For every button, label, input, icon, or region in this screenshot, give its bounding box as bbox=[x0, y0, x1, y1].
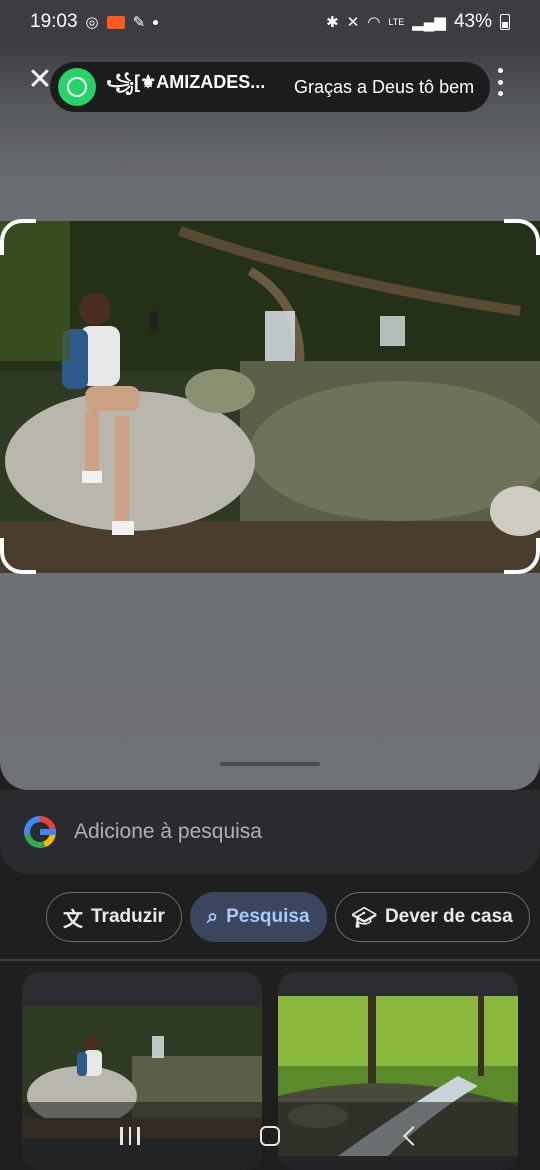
notification-message: Graças a Deus tô bem bbox=[294, 76, 475, 97]
home-icon[interactable] bbox=[250, 1116, 290, 1156]
search-icon: ⌕ bbox=[206, 905, 219, 928]
whatsapp-icon bbox=[58, 68, 96, 106]
navigation-bar bbox=[0, 1102, 540, 1170]
image-viewer: ✕ ꧁[⚜AMIZADES... Graças a Deus tô bem bbox=[0, 44, 540, 790]
whatsapp-status-icon: ◎ bbox=[85, 13, 99, 31]
wifi-icon: ◠ bbox=[367, 13, 381, 31]
bluetooth-icon: ✱ bbox=[326, 13, 339, 31]
lte-icon: LTE bbox=[388, 16, 405, 27]
chip-search[interactable]: ⌕ Pesquisa bbox=[189, 892, 327, 942]
translate-icon: 文 bbox=[63, 908, 83, 931]
selected-photo bbox=[0, 221, 540, 573]
signal-icon: ▂▄▆ bbox=[412, 13, 446, 31]
divider bbox=[0, 959, 540, 961]
google-logo-icon bbox=[24, 816, 56, 848]
mute-icon: ✕ bbox=[346, 13, 360, 31]
more-options-icon[interactable] bbox=[494, 68, 506, 96]
search-bar[interactable]: Adicione à pesquisa bbox=[0, 790, 540, 874]
recent-apps-icon[interactable] bbox=[110, 1116, 150, 1156]
graduation-cap-icon: 🎓︎ bbox=[351, 906, 377, 929]
lens-mode-chips: 文 Traduzir ⌕ Pesquisa 🎓︎ Dever de casa bbox=[46, 892, 530, 942]
chip-translate[interactable]: 文 Traduzir bbox=[46, 892, 182, 942]
chip-label: Traduzir bbox=[91, 906, 165, 927]
sheet-drag-handle[interactable] bbox=[220, 762, 320, 766]
status-time: 19:03 bbox=[30, 11, 78, 32]
chip-label: Dever de casa bbox=[384, 906, 513, 927]
chip-homework[interactable]: 🎓︎ Dever de casa bbox=[334, 892, 530, 942]
search-input[interactable]: Adicione à pesquisa bbox=[74, 820, 262, 844]
screen-record-icon bbox=[106, 15, 125, 29]
more-notifications-dot bbox=[153, 19, 159, 25]
status-bar: 19:03 ◎ ✎ ✱ ✕ ◠ LTE ▂▄▆ 43% bbox=[0, 0, 540, 44]
battery-icon bbox=[500, 14, 510, 30]
notification-sender: ꧁[⚜AMIZADES... bbox=[106, 72, 266, 92]
notification-pill[interactable]: ꧁[⚜AMIZADES... Graças a Deus tô bem bbox=[50, 62, 490, 112]
chip-label: Pesquisa bbox=[226, 906, 310, 927]
back-icon[interactable] bbox=[390, 1116, 430, 1156]
battery-percent: 43% bbox=[453, 11, 492, 32]
app-notification-icon: ✎ bbox=[132, 13, 146, 31]
